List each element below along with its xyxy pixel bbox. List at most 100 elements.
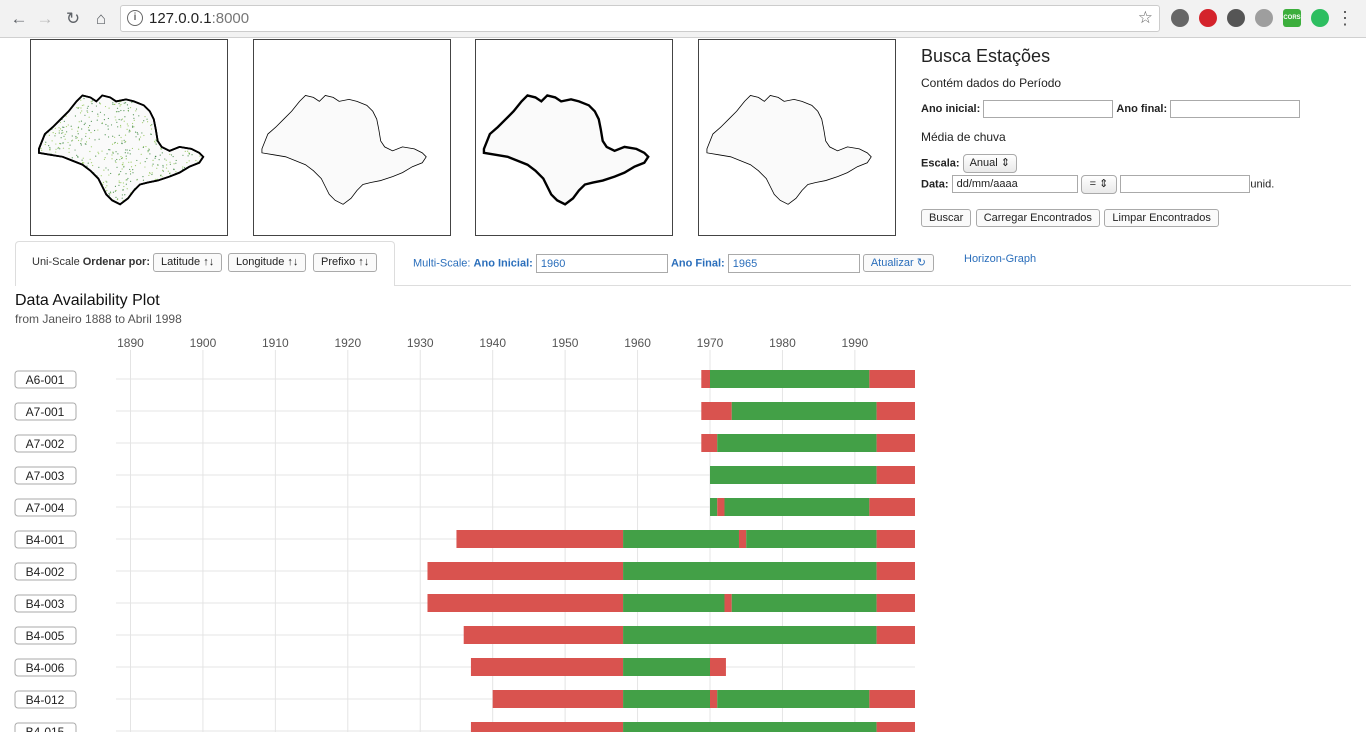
value-input[interactable]: [1120, 175, 1251, 194]
station-point: [201, 166, 203, 168]
station-point: [62, 184, 64, 186]
station-point: [97, 191, 99, 193]
station-point: [192, 175, 194, 177]
evernote-icon[interactable]: [1311, 9, 1329, 27]
x-tick-label: 1970: [697, 336, 724, 350]
station-point: [64, 189, 66, 191]
station-point: [169, 147, 171, 150]
station-point: [125, 173, 127, 175]
station-point: [199, 155, 201, 157]
station-point: [168, 195, 171, 197]
sort-prefixo-button[interactable]: Prefixo ↑↓: [313, 253, 378, 272]
station-label[interactable]: B4-005: [26, 629, 65, 643]
map-panel-4[interactable]: [698, 39, 896, 236]
opera-icon[interactable]: [1199, 9, 1217, 27]
station-point: [71, 139, 74, 141]
station-point: [154, 155, 156, 158]
home-icon[interactable]: ⌂: [90, 8, 112, 30]
station-point: [90, 120, 92, 122]
sync-icon[interactable]: [1227, 9, 1245, 27]
operator-select[interactable]: = ⇕: [1080, 175, 1118, 194]
bookmark-star-icon[interactable]: ☆: [1138, 8, 1153, 28]
station-point: [146, 103, 148, 105]
tab-uni-scale[interactable]: Uni-Scale Ordenar por: Latitude ↑↓ Longi…: [15, 241, 395, 286]
station-point: [88, 129, 90, 132]
station-point: [148, 190, 150, 192]
station-point: [99, 103, 102, 105]
station-point: [175, 203, 177, 205]
address-bar[interactable]: i 127.0.0.1:8000 ☆: [120, 5, 1160, 32]
station-point: [42, 158, 44, 160]
plot-title: Data Availability Plot: [15, 292, 160, 309]
station-point: [61, 129, 63, 132]
station-point: [43, 112, 45, 114]
tab-horizon-graph[interactable]: Horizon-Graph: [964, 253, 1036, 265]
station-point: [116, 111, 118, 113]
station-point: [195, 94, 196, 95]
station-label[interactable]: B4-015: [26, 725, 65, 732]
info-icon[interactable]: i: [127, 10, 143, 26]
ano-final-input[interactable]: [1170, 100, 1301, 118]
station-label[interactable]: A7-002: [26, 437, 65, 451]
station-point: [57, 95, 59, 97]
menu-icon[interactable]: ⋮: [1336, 7, 1354, 29]
cast-icon[interactable]: [1171, 9, 1189, 27]
missing-bar: [709, 690, 718, 708]
station-point: [150, 128, 153, 130]
data-input[interactable]: [951, 175, 1078, 194]
atualizar-button[interactable]: Atualizar ↻: [862, 254, 934, 273]
sort-longitude-button[interactable]: Longitude ↑↓: [228, 253, 307, 272]
drive-icon[interactable]: [1255, 9, 1273, 27]
url-text[interactable]: 127.0.0.1:8000: [149, 10, 249, 27]
map-panel-2[interactable]: [253, 39, 451, 236]
available-bar: [717, 434, 877, 452]
station-point: [58, 130, 60, 132]
station-point: [190, 108, 192, 111]
station-point: [174, 178, 176, 181]
escala-select[interactable]: Anual ⇕: [962, 154, 1018, 173]
station-point: [140, 204, 141, 205]
forward-icon[interactable]: →: [34, 8, 56, 30]
station-label[interactable]: A7-004: [26, 501, 65, 515]
limpar-encontrados-button[interactable]: Limpar Encontrados: [1104, 209, 1219, 227]
station-label[interactable]: B4-003: [26, 597, 65, 611]
station-point: [144, 193, 146, 195]
station-point: [104, 134, 106, 136]
station-point: [71, 191, 73, 194]
tab-multi-scale[interactable]: Multi-Scale: Ano Inicial: Ano Final: Atu…: [413, 254, 934, 273]
station-point: [151, 124, 153, 126]
station-point: [135, 110, 137, 112]
station-label[interactable]: B4-012: [26, 693, 65, 707]
station-point: [191, 113, 193, 115]
station-point: [150, 100, 152, 102]
station-point: [168, 119, 170, 121]
station-point: [199, 142, 201, 145]
station-label[interactable]: A7-003: [26, 469, 65, 483]
multi-ano-final-input[interactable]: [727, 254, 860, 273]
plot-subtitle: from Janeiro 1888 to Abril 1998: [15, 312, 182, 326]
station-point: [54, 165, 57, 167]
station-label[interactable]: B4-001: [26, 533, 65, 547]
station-point: [160, 175, 162, 177]
station-point: [202, 97, 204, 99]
station-point: [202, 187, 204, 190]
availability-chart: 1890 1900 1910 1920 1930 1940 1950 1960 1970 1980…: [14, 336, 915, 732]
station-label[interactable]: B4-002: [26, 565, 65, 579]
buscar-button[interactable]: Buscar: [921, 209, 972, 227]
reload-icon[interactable]: ↻: [62, 8, 84, 30]
sort-latitude-button[interactable]: Latitude ↑↓: [153, 253, 223, 272]
carregar-encontrados-button[interactable]: Carregar Encontrados: [975, 209, 1100, 227]
map-panel-3[interactable]: [475, 39, 673, 236]
station-label[interactable]: B4-006: [26, 661, 65, 675]
multi-ano-inicial-input[interactable]: [535, 254, 668, 273]
station-point: [110, 192, 112, 194]
ano-inicial-input[interactable]: [983, 100, 1114, 118]
station-label[interactable]: A6-001: [26, 373, 65, 387]
cors-icon[interactable]: CORS: [1283, 9, 1301, 27]
station-point: [47, 194, 49, 196]
station-label[interactable]: A7-001: [26, 405, 65, 419]
back-icon[interactable]: ←: [8, 8, 30, 30]
map-panel-1[interactable]: [30, 39, 228, 236]
station-point: [55, 159, 57, 161]
station-point: [41, 160, 43, 162]
